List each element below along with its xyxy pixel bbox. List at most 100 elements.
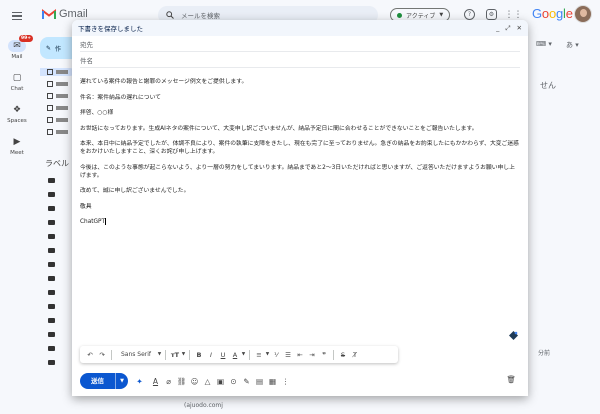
italic-icon[interactable]: I <box>205 351 217 359</box>
body-paragraph: 拝啓、○○様 <box>80 110 114 116</box>
chevron-down-icon[interactable]: ▼ <box>157 352 162 357</box>
chevron-down-icon[interactable]: ▼ <box>241 352 246 357</box>
chevron-down-icon[interactable]: ▼ <box>116 378 128 384</box>
rail-item-meet[interactable]: ▶ Meet <box>0 136 34 156</box>
template-icon[interactable]: ▤ <box>254 377 265 386</box>
discard-draft-icon[interactable]: 🗑 <box>506 375 516 384</box>
label-icon[interactable] <box>48 262 55 267</box>
sidebar-item-label <box>56 118 68 122</box>
label-icon[interactable] <box>48 276 55 281</box>
toolbar-divider <box>333 349 334 360</box>
remove-formatting-icon[interactable]: T̸ <box>349 351 361 359</box>
label-icon[interactable] <box>48 332 55 337</box>
compose-label: 作 <box>55 45 62 53</box>
align-icon[interactable]: ≡ <box>253 351 265 359</box>
label-icon[interactable] <box>48 178 55 183</box>
settings-icon[interactable]: ⚙ <box>486 9 497 20</box>
label-icon[interactable] <box>48 318 55 323</box>
photo-icon[interactable]: ▣ <box>215 377 226 386</box>
send-label: 送信 <box>80 373 116 389</box>
minimize-icon[interactable]: _ <box>496 24 499 33</box>
search-input[interactable]: メールを検索 <box>181 10 220 20</box>
link-icon[interactable]: ⛓ <box>176 377 187 386</box>
label-icon[interactable] <box>48 346 55 351</box>
formatting-options-icon[interactable]: A <box>150 377 161 386</box>
sidebar-item-snoozed[interactable] <box>47 92 73 100</box>
numbered-list-icon[interactable]: ⅟ <box>270 351 282 359</box>
sidebar-item-more[interactable] <box>47 128 73 136</box>
apps-grid-icon[interactable]: ⋮⋮ <box>505 9 523 20</box>
input-tools-icon[interactable]: あ ▾ <box>566 40 579 50</box>
label-icon[interactable] <box>48 290 55 295</box>
sidebar-item-drafts[interactable] <box>47 116 73 124</box>
body-paragraph: 遅れている案件の報告と謝罪のメッセージ例文をご提供します。 <box>80 79 248 85</box>
label-icon[interactable] <box>48 248 55 253</box>
more-options-icon[interactable]: ⋮ <box>280 377 291 386</box>
sidebar-item-starred[interactable] <box>47 80 73 88</box>
gmail-logo[interactable]: Gmail <box>42 8 88 20</box>
underline-icon[interactable]: U <box>217 351 229 359</box>
rail-item-spaces[interactable]: ❖ Spaces <box>0 104 34 124</box>
to-field[interactable]: 宛先 <box>80 36 520 52</box>
sidebar-item-inbox[interactable] <box>40 68 74 76</box>
label-icon[interactable] <box>48 220 55 225</box>
background-text: せん <box>540 81 556 90</box>
search-icon[interactable] <box>166 11 174 19</box>
help-icon[interactable]: ? <box>464 9 475 20</box>
redo-icon[interactable]: ↷ <box>96 351 108 359</box>
text-size-icon[interactable]: тT <box>169 351 181 359</box>
layouts-icon[interactable]: ▦ <box>267 377 278 386</box>
strikethrough-icon[interactable]: S <box>337 351 349 359</box>
message-body[interactable]: 遅れている案件の報告と謝罪のメッセージ例文をご提供します。 件名：案件納品の遅れ… <box>72 68 528 226</box>
quote-icon[interactable]: ❞ <box>318 351 330 359</box>
rail-item-mail[interactable]: ✉ 99+ Mail <box>0 35 34 60</box>
compose-actions: 送信 ▼ ✦ A ⌀ ⛓ ☺ △ ▣ ⊙ ✎ ▤ ▦ ⋮ 🗑 <box>80 372 520 390</box>
subject-input[interactable]: 件名 <box>80 55 93 65</box>
gemini-write-icon[interactable]: ✦ <box>134 377 145 386</box>
text-color-icon[interactable]: A <box>229 351 241 359</box>
toolbar-divider <box>111 349 112 360</box>
drive-icon[interactable]: △ <box>202 377 213 386</box>
label-icon[interactable] <box>48 304 55 309</box>
confidential-lock-icon[interactable]: ⊙ <box>228 377 239 386</box>
compose-title: 下書きを保存しました <box>78 25 143 33</box>
main-menu-icon[interactable] <box>12 12 22 21</box>
label-icon[interactable] <box>48 360 55 365</box>
bold-icon[interactable]: B <box>193 351 205 359</box>
label-icon[interactable] <box>48 192 55 197</box>
chevron-down-icon <box>47 129 53 135</box>
undo-icon[interactable]: ↶ <box>84 351 96 359</box>
google-logo[interactable]: Google <box>532 6 573 21</box>
compose-header[interactable]: 下書きを保存しました _ ⤢ ✕ <box>72 20 528 36</box>
expand-icon[interactable]: ⤢ <box>505 24 510 33</box>
close-icon[interactable]: ✕ <box>517 24 522 33</box>
chevron-down-icon[interactable]: ▼ <box>181 352 186 357</box>
formatting-toolbar: ↶ ↷ Sans Serif ▼ тT ▼ B I U A ▼ ≡ ▼ ⅟ ☰ … <box>80 346 398 363</box>
body-paragraph: 本来、本日中に納品予定でしたが、体調不良により、案件の執筆に支障をきたし、現在も… <box>80 141 519 155</box>
sidebar-item-label <box>56 130 68 134</box>
background-text: (ajuodo.comj <box>184 402 223 409</box>
label-icon[interactable] <box>48 234 55 239</box>
toolbar-divider <box>189 349 190 360</box>
sidebar-item-label <box>56 94 68 98</box>
bulleted-list-icon[interactable]: ☰ <box>282 351 294 359</box>
indent-less-icon[interactable]: ⇤ <box>294 351 306 359</box>
signature-line: ChatGPT <box>80 218 520 226</box>
rail-item-chat[interactable]: ▢ Chat <box>0 72 34 92</box>
signature-icon[interactable]: ✎ <box>241 377 252 386</box>
keyboard-icon[interactable]: ⌨ ▾ <box>536 40 552 48</box>
label-icon[interactable] <box>48 206 55 211</box>
send-button[interactable]: 送信 ▼ <box>80 373 128 389</box>
emoji-icon[interactable]: ☺ <box>189 377 200 386</box>
subject-field[interactable]: 件名 <box>80 52 520 68</box>
app-rail: ✉ 99+ Mail ▢ Chat ❖ Spaces ▶ Meet <box>0 0 34 414</box>
mail-icon: ✉ 99+ <box>8 35 34 52</box>
gemini-icon[interactable] <box>509 331 518 340</box>
avatar[interactable] <box>574 5 592 23</box>
indent-more-icon[interactable]: ⇥ <box>306 351 318 359</box>
attach-icon[interactable]: ⌀ <box>163 377 174 386</box>
send-icon <box>47 105 53 111</box>
sidebar-item-sent[interactable] <box>47 104 73 112</box>
rail-label-chat: Chat <box>10 86 24 92</box>
font-family-select[interactable]: Sans Serif <box>115 351 157 358</box>
